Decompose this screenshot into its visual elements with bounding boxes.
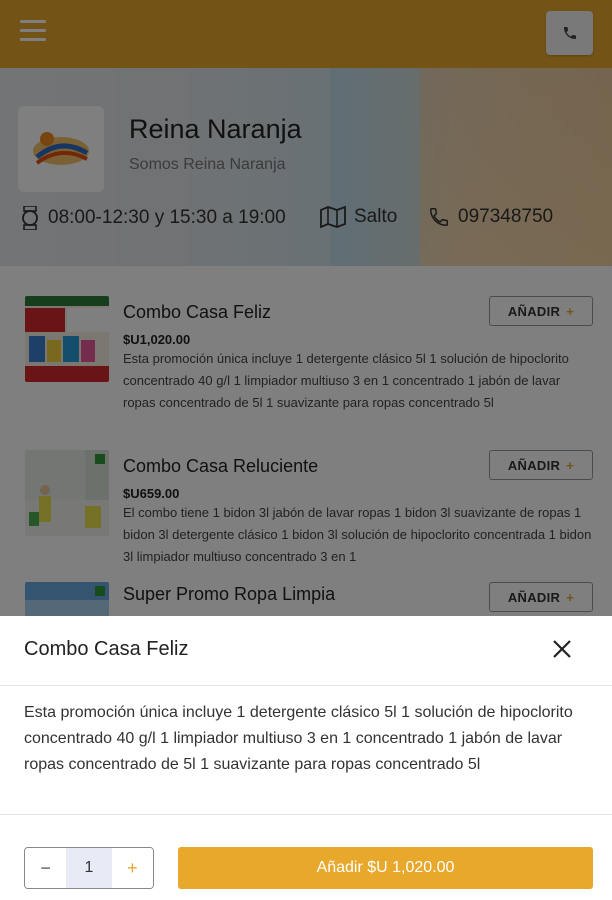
sheet-footer: − 1 + Añadir $U 1,020.00 — [0, 814, 612, 900]
quantity-value[interactable]: 1 — [66, 848, 112, 888]
sheet-description: Esta promoción única incluye 1 detergent… — [24, 704, 573, 773]
close-button[interactable] — [549, 636, 575, 662]
close-icon — [553, 640, 571, 658]
quantity-stepper: − 1 + — [24, 847, 154, 889]
modal-backdrop[interactable] — [0, 0, 612, 616]
increment-button[interactable]: + — [111, 848, 153, 888]
add-to-cart-button[interactable]: Añadir $U 1,020.00 — [178, 847, 593, 889]
sheet-header: Combo Casa Feliz — [0, 616, 612, 686]
product-detail-sheet: Combo Casa Feliz Esta promoción única in… — [0, 616, 612, 900]
sheet-title: Combo Casa Feliz — [24, 638, 189, 660]
decrement-button[interactable]: − — [25, 848, 67, 888]
